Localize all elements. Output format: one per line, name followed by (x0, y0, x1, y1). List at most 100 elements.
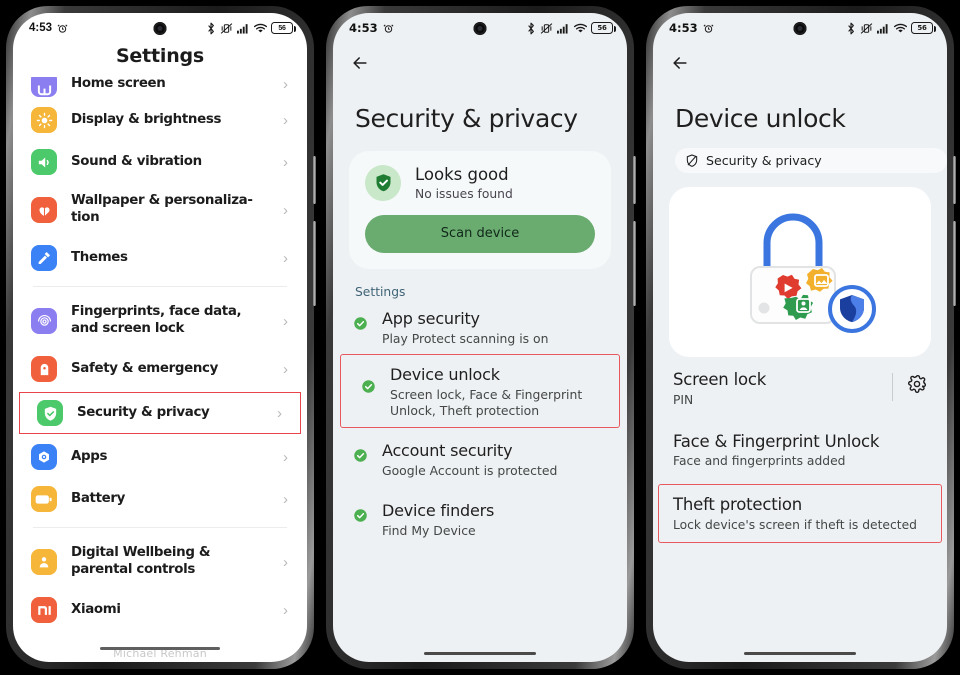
list-item-account-security[interactable]: Account security Google Account is prote… (333, 427, 627, 487)
list-item-subtitle: Face and fingerprints added (673, 454, 846, 469)
sidebar-item-label: Home screen (71, 77, 166, 91)
home-screen-icon (31, 77, 57, 97)
sidebar-item-label: Apps (71, 448, 108, 464)
brightness-icon (31, 107, 57, 133)
battery-icon: 56 (271, 22, 296, 34)
security-body: Looks good No issues found Scan device S… (333, 134, 627, 662)
sidebar-item-xiaomi[interactable]: Xiaomi › (13, 589, 307, 631)
sidebar-item-fingerprints[interactable]: Fingerprints, face data, and screen lock… (13, 294, 307, 348)
list-item-subtitle: Play Protect scanning is on (382, 330, 549, 346)
list-item-device-finders[interactable]: Device finders Find My Device (333, 487, 627, 547)
wallpaper-icon (31, 197, 57, 223)
list-item-texts: Face & Fingerprint Unlock Face and finge… (673, 432, 929, 469)
status-bar-left: 4:53 (29, 22, 68, 34)
device-unlock-illustration (669, 186, 931, 357)
list-item-device-unlock[interactable]: Device unlock Screen lock, Face & Finger… (340, 353, 620, 429)
apps-icon (31, 444, 57, 470)
phone-1: 4:53 56 Settings Home screen › Display &… (6, 6, 316, 669)
signal-icon (877, 23, 888, 34)
status-bar-right: 56 (526, 22, 616, 35)
back-arrow-icon[interactable] (669, 52, 691, 74)
wifi-icon (894, 23, 907, 32)
sidebar-item-safety-emergency[interactable]: Safety & emergency › (13, 348, 307, 390)
status-bar-2: 4:53 56 (333, 13, 627, 43)
list-divider (33, 527, 287, 528)
sidebar-item-sound-vibration[interactable]: Sound & vibration › (13, 141, 307, 183)
security-status-card: Looks good No issues found Scan device (349, 150, 611, 269)
list-item-screen-lock[interactable]: Screen lock PIN (653, 357, 947, 416)
sidebar-item-apps[interactable]: Apps › (13, 436, 307, 478)
chevron-right-icon: › (283, 201, 288, 219)
battery-level: 56 (917, 24, 927, 32)
check-circle-icon (353, 316, 368, 335)
back-bar-2 (333, 43, 627, 83)
vibrate-off-icon (860, 22, 873, 34)
bluetooth-icon (848, 22, 854, 34)
screenshot-stage: 4:53 56 Settings Home screen › Display &… (0, 0, 960, 675)
sidebar-item-label: Sound & vibration (71, 153, 202, 169)
sidebar-item-label: Digital Wellbeing & parental controls (71, 545, 211, 577)
shield-check-badge-icon (365, 164, 401, 201)
status-subtitle: No issues found (415, 186, 513, 201)
sidebar-item-themes[interactable]: Themes › (13, 237, 307, 279)
list-item-subtitle: Find My Device (382, 523, 476, 539)
gesture-bar[interactable] (424, 651, 536, 655)
list-item-texts: Account security Google Account is prote… (382, 441, 557, 479)
sidebar-item-label: Themes (71, 249, 128, 265)
list-item-app-security[interactable]: App security Play Protect scanning is on (333, 299, 627, 355)
sidebar-item-home-screen[interactable]: Home screen › (13, 77, 307, 99)
gesture-bar[interactable] (100, 646, 220, 650)
alarm-icon (383, 23, 394, 33)
back-arrow-icon[interactable] (349, 52, 371, 74)
bluetooth-icon (528, 22, 534, 34)
shield-check-icon (37, 400, 63, 426)
chevron-right-icon: › (283, 490, 288, 508)
list-item-title: Face & Fingerprint Unlock (673, 431, 880, 451)
section-label-settings: Settings (355, 284, 406, 299)
list-item-texts: Device finders Find My Device (382, 501, 494, 539)
list-item-subtitle: PIN (673, 392, 694, 407)
status-bar-right: 56 (206, 22, 296, 35)
vibrate-off-icon (220, 22, 233, 34)
status-bar-right: 56 (846, 22, 936, 35)
chevron-right-icon: › (283, 249, 288, 267)
status-time: 4:53 (29, 22, 53, 34)
scan-device-button[interactable]: Scan device (365, 214, 595, 253)
status-bar-3: 4:53 56 (653, 13, 947, 43)
wifi-icon (254, 23, 267, 32)
gesture-bar[interactable] (744, 651, 856, 655)
device-unlock-body: Screen lock PIN Face & Fingerprint Unloc… (653, 173, 947, 662)
sidebar-item-wallpaper-personalization[interactable]: Wallpaper & personaliza- tion › (13, 183, 307, 237)
sidebar-item-label: Display & brightness (71, 111, 222, 127)
breadcrumb-chip-security-privacy[interactable]: Security & privacy (675, 147, 947, 173)
vibrate-off-icon (540, 22, 553, 34)
chevron-right-icon: › (283, 601, 288, 619)
list-item-texts: Theft protection Lock device's screen if… (673, 495, 929, 532)
page-title-device-unlock: Device unlock (675, 104, 846, 133)
list-item-title: Theft protection (673, 495, 803, 515)
chevron-right-icon: › (283, 77, 288, 93)
page-title-settings: Settings (115, 45, 205, 67)
status-texts: Looks good No issues found (415, 165, 513, 201)
phone-3: 4:53 56 Device unlock Security & privacy… (646, 6, 956, 669)
sidebar-item-display-brightness[interactable]: Display & brightness › (13, 99, 307, 141)
list-item-texts: Device unlock Screen lock, Face & Finger… (390, 365, 582, 419)
bluetooth-icon (208, 22, 214, 34)
list-item-face-fingerprint-unlock[interactable]: Face & Fingerprint Unlock Face and finge… (653, 416, 947, 478)
chevron-right-icon: › (283, 553, 288, 571)
list-item-texts: Screen lock PIN (673, 370, 884, 407)
sidebar-item-label: Fingerprints, face data, and screen lock (71, 304, 242, 336)
fingerprint-icon (31, 308, 57, 334)
status-bar-1: 4:53 56 (13, 13, 307, 43)
check-circle-icon (353, 448, 368, 467)
chevron-right-icon: › (283, 448, 288, 466)
sidebar-item-security-privacy[interactable]: Security & privacy › (19, 392, 301, 434)
sidebar-item-digital-wellbeing[interactable]: Digital Wellbeing & parental controls › (13, 535, 307, 589)
screen-settings: 4:53 56 Settings Home screen › Display &… (13, 13, 307, 662)
sidebar-item-label: Battery (71, 490, 126, 506)
status-title: Looks good (415, 164, 509, 184)
settings-list: Home screen › Display & brightness › Sou… (13, 77, 307, 662)
sidebar-item-battery[interactable]: Battery › (13, 478, 307, 520)
list-item-theft-protection[interactable]: Theft protection Lock device's screen if… (658, 484, 942, 544)
gear-icon[interactable] (907, 374, 929, 396)
